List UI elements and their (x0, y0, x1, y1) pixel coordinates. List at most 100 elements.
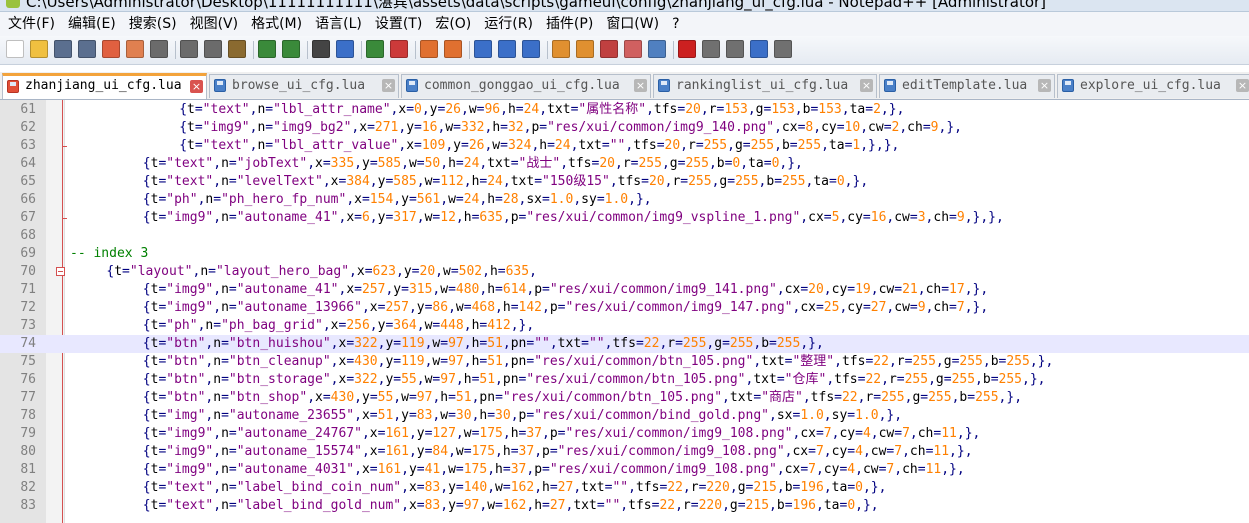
code-editor[interactable]: 61 {t="text",n="lbl_attr_name",x=0,y=26,w… (0, 100, 1249, 523)
folder-workspace-icon[interactable] (624, 40, 642, 58)
code-line[interactable]: 65 {t="text",n="levelText",x=384,y=585,w=… (0, 173, 1249, 191)
print-icon[interactable] (150, 40, 168, 58)
code-line[interactable]: 77 {t="btn",n="btn_shop",x=430,y=55,w=97,… (0, 389, 1249, 407)
toolbar-separator (415, 41, 416, 59)
user-lang-icon[interactable] (552, 40, 570, 58)
menu-item-0[interactable]: 文件(F) (0, 12, 60, 36)
file-tab[interactable]: rankinglist_ui_cfg.lua × (653, 74, 877, 98)
menu-item-9[interactable]: 插件(P) (538, 12, 598, 36)
find-icon[interactable] (312, 40, 330, 58)
fold-toggle-icon[interactable] (56, 267, 65, 276)
toolbar-separator (361, 41, 362, 59)
close-icon[interactable] (102, 40, 120, 58)
menu-item-8[interactable]: 运行(R) (476, 12, 538, 36)
close-tab-icon[interactable]: × (190, 80, 203, 93)
undo-icon[interactable] (258, 40, 276, 58)
code-line[interactable]: 82 {t="text",n="label_bind_coin_num",x=83… (0, 479, 1249, 497)
toolbar-separator (175, 41, 176, 59)
code-line[interactable]: 64 {t="text",n="jobText",x=335,y=585,w=50… (0, 155, 1249, 173)
menu-item-10[interactable]: 窗口(W) (598, 12, 664, 36)
close-all-icon[interactable] (126, 40, 144, 58)
save-all-icon[interactable] (78, 40, 96, 58)
close-tab-icon[interactable]: × (382, 79, 395, 92)
code-line[interactable]: 72 {t="img9",n="autoname_13966",x=257,y=8… (0, 299, 1249, 317)
toolbar (0, 36, 1249, 65)
code-line[interactable]: 63 {t="text",n="lbl_attr_value",x=109,y=2… (0, 137, 1249, 155)
file-tab-label: common_gonggao_ui_cfg.lua (424, 78, 620, 93)
close-tab-icon[interactable]: × (1038, 79, 1051, 92)
code-text: {t="ph",n="ph_bag_grid",x=256,y=364,w=44… (142, 318, 535, 333)
line-number: 64 (20, 156, 36, 171)
line-number: 75 (20, 354, 36, 369)
indent-guide-icon[interactable] (522, 40, 540, 58)
code-line[interactable]: 83 {t="text",n="label_bind_gold_num",x=83… (0, 497, 1249, 515)
code-line[interactable]: 79 {t="img9",n="autoname_24767",x=161,y=1… (0, 425, 1249, 443)
save-icon[interactable] (54, 40, 72, 58)
code-line[interactable]: 80 {t="img9",n="autoname_15574",x=161,y=8… (0, 443, 1249, 461)
run-macro-multiple-icon[interactable] (750, 40, 768, 58)
file-tab[interactable]: browse_ui_cfg.lua × (209, 74, 399, 98)
stop-record-icon[interactable] (702, 40, 720, 58)
word-wrap-icon[interactable] (474, 40, 492, 58)
menu-item-4[interactable]: 格式(M) (243, 12, 307, 36)
sync-horizontal-icon[interactable] (444, 40, 462, 58)
menu-item-2[interactable]: 搜索(S) (121, 12, 182, 36)
doc-map-icon[interactable] (576, 40, 594, 58)
line-number: 62 (20, 120, 36, 135)
file-tab[interactable]: editTemplate.lua × (879, 74, 1055, 98)
close-tab-icon[interactable]: × (1236, 79, 1249, 92)
new-file-icon[interactable] (6, 40, 24, 58)
file-tab[interactable]: zhanjiang_ui_cfg.lua × (2, 73, 207, 99)
code-line[interactable]: 75 {t="btn",n="btn_cleanup",x=430,y=119,w… (0, 353, 1249, 371)
menu-item-5[interactable]: 语言(L) (307, 12, 367, 36)
menu-item-1[interactable]: 编辑(E) (60, 12, 121, 36)
menu-item-7[interactable]: 宏(O) (427, 12, 476, 36)
code-line[interactable]: 76 {t="btn",n="btn_storage",x=322,y=55,w=… (0, 371, 1249, 389)
function-list-icon[interactable] (600, 40, 618, 58)
file-tab[interactable]: common_gonggao_ui_cfg.lua × (401, 74, 651, 98)
window-title: C:\Users\Administrator\Desktop\111111111… (26, 0, 1047, 11)
record-macro-icon[interactable] (678, 40, 696, 58)
replace-icon[interactable] (336, 40, 354, 58)
close-tab-icon[interactable]: × (860, 79, 873, 92)
code-line[interactable]: 70 {t="layout",n="layout_hero_bag",x=623,… (0, 263, 1249, 281)
notepadpp-app-icon (6, 0, 20, 8)
file-save-state-icon (7, 80, 19, 93)
play-macro-icon[interactable] (726, 40, 744, 58)
code-line[interactable]: 67 {t="img9",n="autoname_41",x=6,y=317,w=… (0, 209, 1249, 227)
code-line[interactable]: 74 {t="btn",n="btn_huishou",x=322,y=119,w… (0, 335, 1249, 353)
paste-icon[interactable] (228, 40, 246, 58)
line-number: 69 (20, 246, 36, 261)
redo-icon[interactable] (282, 40, 300, 58)
code-line[interactable]: 81 {t="img9",n="autoname_4031",x=161,y=41… (0, 461, 1249, 479)
menu-item-3[interactable]: 视图(V) (182, 12, 244, 36)
cut-icon[interactable] (180, 40, 198, 58)
code-line[interactable]: 68 (0, 227, 1249, 245)
line-number: 74 (20, 336, 36, 351)
sync-vertical-icon[interactable] (420, 40, 438, 58)
code-line[interactable]: 69 -- index 3 (0, 245, 1249, 263)
menu-item-11[interactable]: ? (664, 12, 684, 36)
copy-icon[interactable] (204, 40, 222, 58)
close-tab-icon[interactable]: × (634, 79, 647, 92)
monitoring-icon[interactable] (648, 40, 666, 58)
line-number: 71 (20, 282, 36, 297)
line-number: 61 (20, 102, 36, 117)
zoom-in-icon[interactable] (366, 40, 384, 58)
code-line[interactable]: 61 {t="text",n="lbl_attr_name",x=0,y=26,w… (0, 101, 1249, 119)
save-macro-icon[interactable] (774, 40, 792, 58)
file-tab[interactable]: explore_ui_cfg.lua × (1057, 74, 1249, 98)
file-tab-label: editTemplate.lua (902, 78, 1028, 93)
zoom-out-icon[interactable] (390, 40, 408, 58)
file-tab-label: rankinglist_ui_cfg.lua (676, 78, 849, 93)
code-text: {t="btn",n="btn_huishou",x=322,y=119,w=9… (142, 336, 824, 351)
code-line[interactable]: 71 {t="img9",n="autoname_41",x=257,y=315,… (0, 281, 1249, 299)
fold-end-marker (62, 218, 67, 219)
code-line[interactable]: 62 {t="img9",n="img9_bg2",x=271,y=16,w=33… (0, 119, 1249, 137)
code-line[interactable]: 66 {t="ph",n="ph_hero_fp_num",x=154,y=561… (0, 191, 1249, 209)
open-file-icon[interactable] (30, 40, 48, 58)
menu-item-6[interactable]: 设置(T) (367, 12, 427, 36)
show-all-chars-icon[interactable] (498, 40, 516, 58)
code-line[interactable]: 78 {t="img",n="autoname_23655",x=51,y=83,… (0, 407, 1249, 425)
code-line[interactable]: 73 {t="ph",n="ph_bag_grid",x=256,y=364,w=… (0, 317, 1249, 335)
